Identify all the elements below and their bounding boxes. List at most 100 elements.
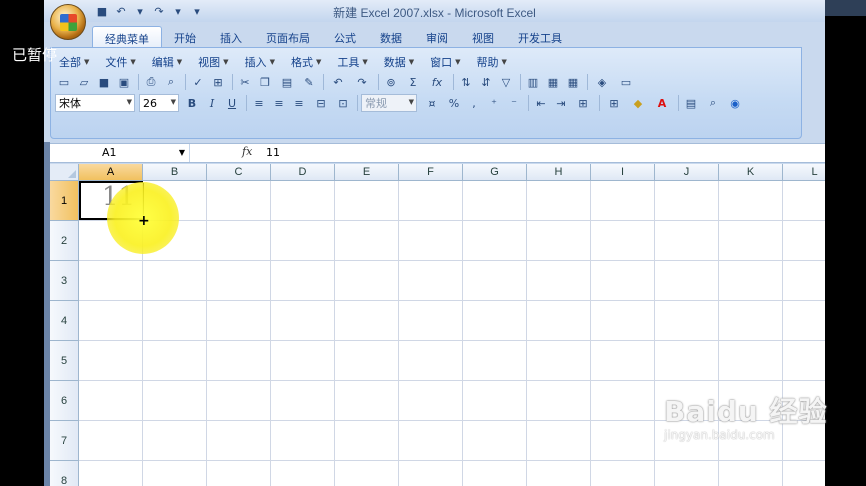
column-header-j[interactable]: J (655, 164, 719, 181)
column-header-i[interactable]: I (591, 164, 655, 181)
row-header-5[interactable]: 5 (50, 341, 79, 381)
column-header-c[interactable]: C (207, 164, 271, 181)
tab-data[interactable]: 数据 (368, 26, 414, 48)
new-icon[interactable]: ▭ (55, 73, 73, 91)
select-all-button[interactable] (50, 164, 79, 181)
open-icon[interactable]: ▱ (75, 73, 93, 91)
insert-function-icon[interactable]: fx (426, 73, 448, 91)
drawing-icon[interactable]: ▭ (615, 73, 637, 91)
font-color-icon[interactable]: A (651, 94, 673, 112)
bold-button[interactable]: B (183, 94, 201, 112)
print-icon[interactable]: ⎙ (142, 73, 160, 91)
fill-color-icon[interactable]: ◆ (627, 94, 649, 112)
menu-window[interactable]: 窗口 ▼ (422, 52, 468, 72)
menu-data[interactable]: 数据 ▼ (376, 52, 422, 72)
row-header-8[interactable]: 8 (50, 461, 79, 486)
column-header-a[interactable]: A (79, 164, 143, 181)
row-header-7[interactable]: 7 (50, 421, 79, 461)
menu-help[interactable]: 帮助 ▼ (469, 52, 515, 72)
chart-icon[interactable]: ▥ (524, 73, 542, 91)
formula-input[interactable]: 11 (266, 146, 280, 159)
column-header-h[interactable]: H (527, 164, 591, 181)
tab-insert[interactable]: 插入 (208, 26, 254, 48)
underline-button[interactable]: U (223, 94, 241, 112)
column-header-l[interactable]: L (783, 164, 825, 181)
font-size-select[interactable]: 26 ▼ (139, 94, 179, 112)
borders-icon[interactable]: ⊞ (603, 94, 625, 112)
tab-review[interactable]: 审阅 (414, 26, 460, 48)
column-header-b[interactable]: B (143, 164, 207, 181)
chevron-down-icon: ▼ (455, 58, 461, 66)
column-header-d[interactable]: D (271, 164, 335, 181)
decrease-decimal-icon[interactable]: ⁻ (505, 94, 523, 112)
menu-all[interactable]: 全部 ▼ (51, 52, 97, 72)
merge-center-icon[interactable]: ⊟ (310, 94, 332, 112)
tab-classic-menu[interactable]: 经典菜单 (92, 26, 162, 48)
sort-ascending-icon[interactable]: ⇅ (457, 73, 475, 91)
menu-tools[interactable]: 工具 ▼ (329, 52, 375, 72)
help-icon[interactable]: ◉ (726, 94, 744, 112)
currency-icon[interactable]: ¤ (421, 94, 443, 112)
row-header-4[interactable]: 4 (50, 301, 79, 341)
format-painter-icon[interactable]: ✎ (300, 73, 318, 91)
row-header-2[interactable]: 2 (50, 221, 79, 261)
tab-page-layout[interactable]: 页面布局 (254, 26, 322, 48)
row-header-6[interactable]: 6 (50, 381, 79, 421)
comma-style-icon[interactable]: , (465, 94, 483, 112)
increase-indent-icon[interactable]: ⇥ (552, 94, 570, 112)
menu-format[interactable]: 格式 ▼ (283, 52, 329, 72)
sort-descending-icon[interactable]: ⇵ (477, 73, 495, 91)
spelling-icon[interactable]: ✓ (189, 73, 207, 91)
wrap-text-icon[interactable]: ⊡ (334, 94, 352, 112)
research-icon[interactable]: ⊞ (209, 73, 227, 91)
merge-cells-icon[interactable]: ⊞ (572, 94, 594, 112)
column-header-g[interactable]: G (463, 164, 527, 181)
font-name-select[interactable]: 宋体 ▼ (55, 94, 135, 112)
hyperlink-icon[interactable]: ⊚ (382, 73, 400, 91)
align-left-icon[interactable]: ≡ (250, 94, 268, 112)
undo-icon[interactable]: ↶ (327, 73, 349, 91)
autosum-icon[interactable]: Σ (402, 73, 424, 91)
font-name-value: 宋体 (59, 97, 81, 110)
save-icon[interactable]: ■ (95, 73, 113, 91)
tab-developer[interactable]: 开发工具 (506, 26, 574, 48)
column-header-e[interactable]: E (335, 164, 399, 181)
print-preview-icon[interactable]: ⌕ (162, 73, 180, 91)
row-header-1[interactable]: 1 (50, 181, 79, 221)
increase-decimal-icon[interactable]: ⁺ (485, 94, 503, 112)
row-header-3[interactable]: 3 (50, 261, 79, 301)
redo-icon[interactable]: ↷ (351, 73, 373, 91)
align-right-icon[interactable]: ≡ (290, 94, 308, 112)
align-center-icon[interactable]: ≡ (270, 94, 288, 112)
styles-icon[interactable]: ▤ (682, 94, 700, 112)
menu-view[interactable]: 视图 ▼ (190, 52, 236, 72)
column-header-f[interactable]: F (399, 164, 463, 181)
shapes-icon[interactable]: ◈ (591, 73, 613, 91)
menu-file[interactable]: 文件 ▼ (97, 52, 143, 72)
title-bar: ■ ↶ ▾ ↷ ▾ ▾ 新建 Excel 2007.xlsx - Microso… (44, 0, 825, 22)
gridline-horizontal (79, 380, 825, 381)
menu-label: 窗口 (430, 56, 453, 69)
name-box[interactable]: A1 ▼ (50, 144, 190, 162)
office-button[interactable] (50, 4, 86, 40)
tab-formulas[interactable]: 公式 (322, 26, 368, 48)
column-header-k[interactable]: K (719, 164, 783, 181)
tab-home[interactable]: 开始 (162, 26, 208, 48)
italic-button[interactable]: I (203, 94, 221, 112)
table-icon[interactable]: ▦ (564, 73, 582, 91)
copy-icon[interactable]: ❐ (256, 73, 274, 91)
menu-edit[interactable]: 编辑 ▼ (144, 52, 190, 72)
percent-button[interactable]: % (445, 94, 463, 112)
separator (678, 95, 679, 111)
tab-view[interactable]: 视图 (460, 26, 506, 48)
pivot-icon[interactable]: ▦ (544, 73, 562, 91)
zoom-icon[interactable]: ⌕ (702, 94, 724, 112)
permission-icon[interactable]: ▣ (115, 73, 133, 91)
number-format-select[interactable]: 常规 ▼ (361, 94, 417, 112)
cut-icon[interactable]: ✂ (236, 73, 254, 91)
filter-icon[interactable]: ▽ (497, 73, 515, 91)
menu-insert[interactable]: 插入 ▼ (237, 52, 283, 72)
insert-function-icon[interactable]: fx (242, 145, 252, 158)
paste-icon[interactable]: ▤ (276, 73, 298, 91)
decrease-indent-icon[interactable]: ⇤ (532, 94, 550, 112)
